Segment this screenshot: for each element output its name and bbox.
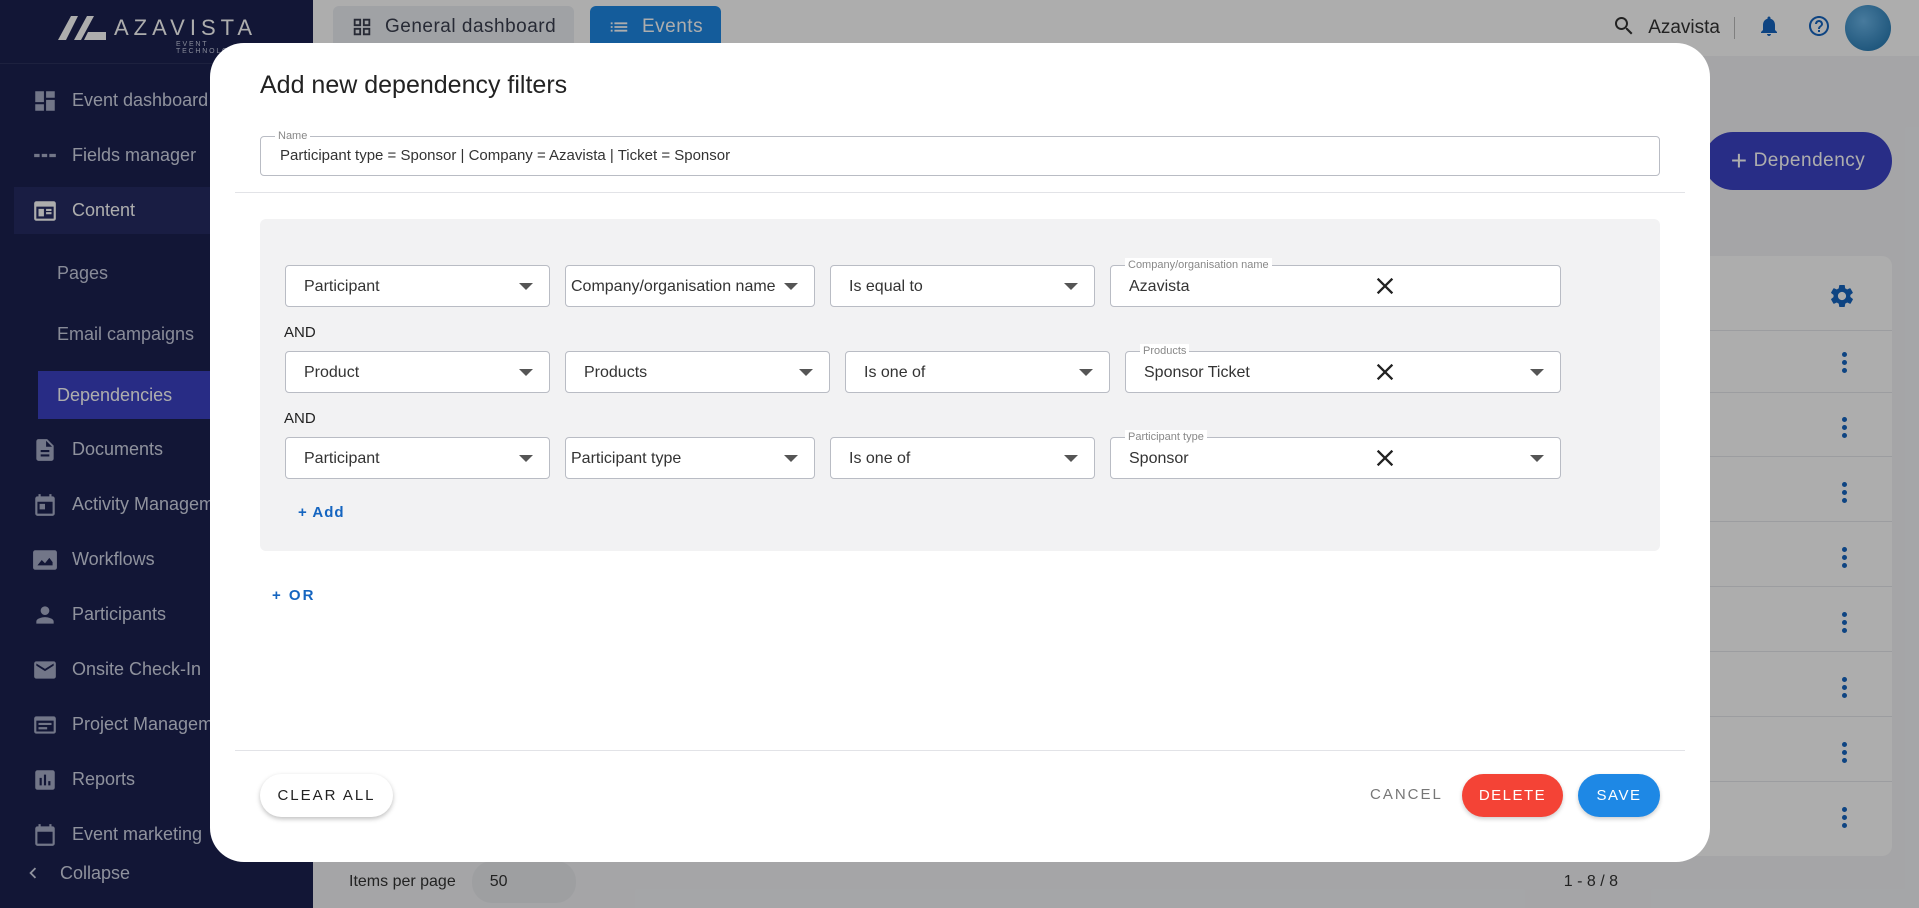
caret-down-icon [784,283,798,290]
entity-select[interactable]: Participant [285,437,550,479]
value-select-label: Products [1140,344,1190,358]
cancel-button[interactable]: CANCEL [1370,786,1443,803]
remove-condition-button[interactable] [1371,358,1399,386]
value-select-label: Participant type [1125,430,1207,444]
caret-down-icon [519,283,533,290]
entity-select-value: Participant [304,450,380,467]
save-button[interactable]: SAVE [1578,774,1660,817]
remove-condition-button[interactable] [1371,444,1399,472]
dialog-divider [235,192,1685,193]
entity-select[interactable]: Product [285,351,550,393]
remove-condition-button[interactable] [1371,272,1399,300]
and-label: AND [284,324,316,341]
value-select[interactable]: Participant type Sponsor [1110,430,1561,479]
entity-select-value: Participant [304,278,380,295]
field-select[interactable]: Participant type [565,437,815,479]
caret-down-icon [784,455,798,462]
field-select-value: Participant type [571,450,682,467]
and-label: AND [284,410,316,427]
add-or-group-button[interactable]: + OR [272,587,315,604]
close-icon [1376,363,1394,381]
value-input[interactable]: Company/organisation name Azavista [1110,258,1561,307]
value-input-label: Company/organisation name [1125,258,1272,272]
value-select[interactable]: Products Sponsor Ticket [1125,344,1561,393]
operator-select-value: Is one of [864,364,926,381]
dialog-title: Add new dependency filters [260,71,568,99]
field-select[interactable]: Products [565,351,830,393]
name-field-value: Participant type = Sponsor | Company = A… [280,147,731,164]
filter-group: Participant Company/organisation name Is… [260,219,1660,551]
dialog-divider [235,750,1685,751]
value-select-value: Sponsor Ticket [1144,364,1250,381]
value-input-value: Azavista [1129,278,1190,295]
value-select-value: Sponsor [1129,450,1189,467]
caret-down-icon [1530,455,1544,462]
entity-select[interactable]: Participant [285,265,550,307]
clear-all-button[interactable]: CLEAR ALL [260,774,393,817]
operator-select-value: Is equal to [849,278,923,295]
caret-down-icon [519,455,533,462]
field-select-value: Products [584,364,648,381]
operator-select[interactable]: Is equal to [830,265,1095,307]
caret-down-icon [519,369,533,376]
caret-down-icon [799,369,813,376]
caret-down-icon [1064,455,1078,462]
caret-down-icon [1530,369,1544,376]
field-select[interactable]: Company/organisation name [565,265,815,307]
operator-select[interactable]: Is one of [830,437,1095,479]
name-field[interactable]: Name Participant type = Sponsor | Compan… [260,129,1660,176]
close-icon [1376,449,1394,467]
dependency-filters-dialog: Add new dependency filters Name Particip… [210,43,1710,862]
operator-select[interactable]: Is one of [845,351,1110,393]
add-condition-button[interactable]: + Add [298,504,345,521]
caret-down-icon [1064,283,1078,290]
name-field-label: Name [275,129,311,143]
entity-select-value: Product [304,364,360,381]
delete-button[interactable]: DELETE [1462,774,1563,817]
close-icon [1376,277,1394,295]
caret-down-icon [1079,369,1093,376]
field-select-value: Company/organisation name [571,278,776,295]
operator-select-value: Is one of [849,450,911,467]
